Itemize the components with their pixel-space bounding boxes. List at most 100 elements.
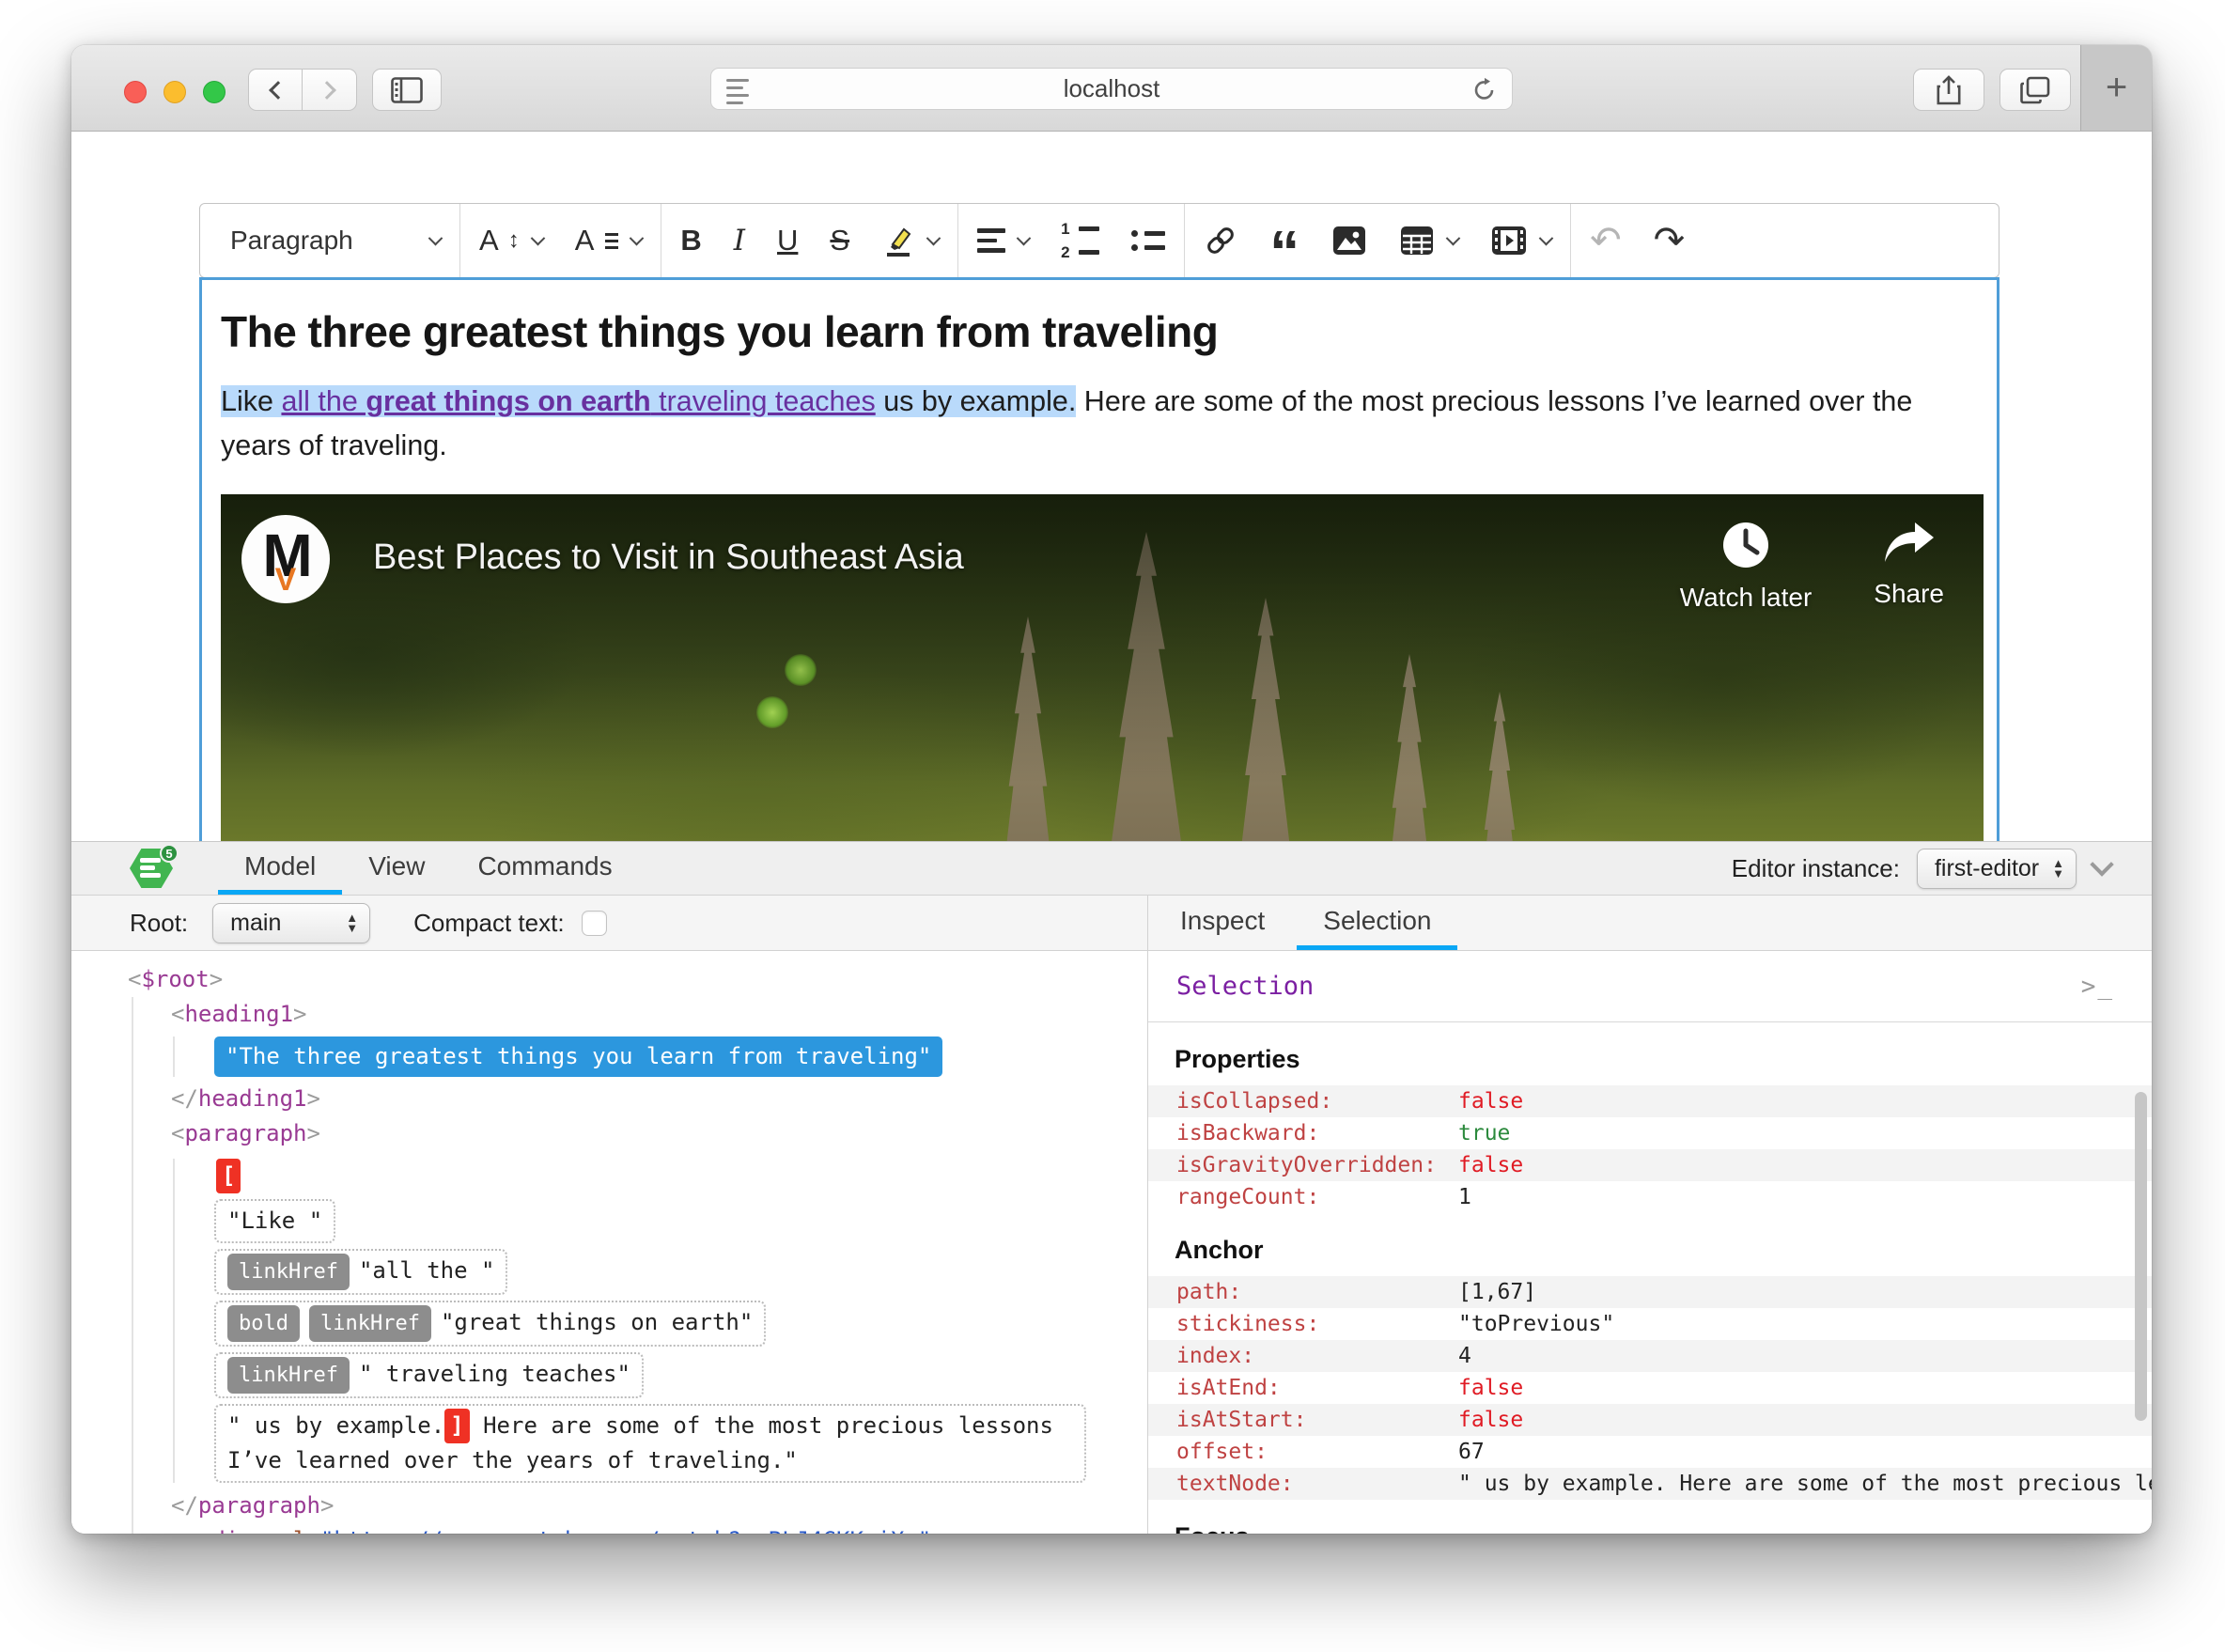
undo-button[interactable]: ↶ xyxy=(1577,212,1635,269)
section-title-properties: Properties xyxy=(1175,1045,1300,1073)
tab-view[interactable]: View xyxy=(342,842,451,895)
insert-table-dropdown[interactable] xyxy=(1386,212,1471,269)
chevron-down-icon xyxy=(530,230,545,245)
avatar-letter-v: V xyxy=(274,562,297,598)
compact-text-label: Compact text: xyxy=(413,908,565,937)
inspector-header: 5 Model View Commands Editor instance: f… xyxy=(71,842,2152,896)
tree-node-heading1-open[interactable]: <heading1> xyxy=(171,997,1147,1032)
property-row: isBackward: true xyxy=(1176,1121,1511,1145)
clock-icon xyxy=(1723,522,1768,568)
tree-text-node[interactable]: linkHref "all the " xyxy=(214,1249,508,1295)
section-title-anchor: Anchor xyxy=(1175,1236,1264,1264)
property-row: isCollapsed: false xyxy=(1148,1085,2152,1117)
compact-text-checkbox[interactable] xyxy=(581,910,607,936)
ckeditor-version-badge: 5 xyxy=(160,844,179,863)
new-tab-button[interactable]: + xyxy=(2080,45,2152,131)
tree-text-node[interactable]: linkHref " traveling teaches" xyxy=(214,1352,644,1398)
tab-selection[interactable]: Selection xyxy=(1297,896,1458,950)
zoom-window-button[interactable] xyxy=(203,81,226,103)
plus-icon: + xyxy=(2105,66,2128,108)
font-size-dropdown[interactable]: A ↕ xyxy=(466,212,556,269)
url-text: localhost xyxy=(1063,74,1160,102)
font-family-dropdown[interactable]: A xyxy=(562,212,656,269)
forward-button[interactable] xyxy=(303,69,357,111)
redo-button[interactable]: ↷ xyxy=(1641,212,1699,269)
selection-start-marker: [ xyxy=(216,1159,241,1193)
underline-button[interactable]: U xyxy=(764,212,811,269)
channel-avatar[interactable]: M V xyxy=(241,515,330,603)
detail-pane-scrollbar[interactable] xyxy=(2135,1092,2147,1421)
browser-titlebar: localhost + xyxy=(71,45,2152,132)
tab-model[interactable]: Model xyxy=(218,842,343,895)
paragraph-style-dropdown[interactable]: Paragraph xyxy=(217,212,454,269)
reader-view-icon[interactable] xyxy=(726,79,753,104)
minimize-window-button[interactable] xyxy=(163,81,186,103)
tab-commands[interactable]: Commands xyxy=(451,842,638,895)
refresh-button[interactable] xyxy=(1470,76,1499,104)
log-to-console-icon[interactable]: >_ xyxy=(2081,973,2114,1001)
font-size-icon: A xyxy=(479,224,499,257)
tab-overview-button[interactable] xyxy=(1999,69,2071,111)
watch-later-button[interactable]: Watch later xyxy=(1680,521,1812,613)
detail-pane-tabs: Inspect Selection xyxy=(1148,896,2152,950)
tree-node-heading1-close[interactable]: </heading1> xyxy=(171,1082,1147,1116)
sidebar-icon xyxy=(391,76,423,103)
share-video-button[interactable]: Share xyxy=(1874,521,1944,613)
attribute-badge-bold: bold xyxy=(227,1305,300,1342)
insert-media-dropdown[interactable] xyxy=(1477,212,1564,269)
address-bar[interactable]: localhost xyxy=(710,68,1513,110)
video-title[interactable]: Best Places to Visit in Southeast Asia xyxy=(373,538,964,578)
editor-instance-label: Editor instance: xyxy=(1731,853,1900,882)
bulleted-list-button[interactable] xyxy=(1118,212,1178,269)
tree-text-node[interactable]: " us by example.] Here are some of the m… xyxy=(214,1404,1086,1483)
link-button[interactable] xyxy=(1190,212,1251,269)
back-button[interactable] xyxy=(248,69,303,111)
italic-button[interactable]: I xyxy=(721,212,758,269)
numbered-list-icon: 1 2 xyxy=(1061,221,1100,260)
strikethrough-button[interactable]: S xyxy=(817,212,863,269)
chevron-down-icon xyxy=(926,230,941,245)
alignment-dropdown[interactable] xyxy=(964,212,1042,269)
model-tree: <$root> <heading1> "The three greatest t… xyxy=(71,951,1148,1534)
traffic-lights xyxy=(124,81,226,103)
tree-node-media-open[interactable]: <media url="https://www.youtube.com/watc… xyxy=(171,1523,1147,1534)
updown-arrow-icon: ↕ xyxy=(507,227,520,253)
media-icon xyxy=(1492,226,1527,255)
tree-text-node[interactable]: "Like " xyxy=(214,1199,336,1243)
insert-image-button[interactable] xyxy=(1318,212,1380,269)
property-row: rangeCount: 1 xyxy=(1176,1185,1471,1209)
highlight-dropdown[interactable] xyxy=(868,212,952,269)
collapse-inspector-chevron-icon[interactable] xyxy=(2090,852,2114,877)
numbered-list-button[interactable]: 1 2 xyxy=(1048,212,1112,269)
highlighter-icon xyxy=(887,227,911,257)
link-text[interactable]: all the xyxy=(281,385,366,417)
tab-inspect[interactable]: Inspect xyxy=(1154,896,1291,950)
link-text[interactable]: traveling teaches xyxy=(650,385,876,417)
tree-node-paragraph-close[interactable]: </paragraph> xyxy=(171,1488,1147,1523)
screenshot-stage: localhost + Paragraph A ↕ A B I U S 1 2 … xyxy=(0,0,2225,1652)
font-family-lines-icon xyxy=(605,232,619,249)
paragraph-style-label: Paragraph xyxy=(230,226,353,255)
root-label: Root: xyxy=(130,908,189,937)
tree-text-node-selected[interactable]: "The three greatest things you learn fro… xyxy=(214,1036,943,1077)
property-row: index: 4 xyxy=(1148,1340,2152,1372)
ckeditor-logo: 5 xyxy=(130,844,179,890)
document-paragraph: Like all the great things on earth trave… xyxy=(221,380,1978,468)
tree-node-root-open[interactable]: <$root> xyxy=(128,962,1147,997)
close-window-button[interactable] xyxy=(124,81,147,103)
share-button[interactable] xyxy=(1913,69,1984,111)
bold-button[interactable]: B xyxy=(667,212,714,269)
nav-buttons xyxy=(248,69,357,111)
editor-instance-select[interactable]: first-editor ▲ ▼ xyxy=(1916,848,2077,889)
property-row: textNode: " us by example. Here are some … xyxy=(1148,1468,2152,1500)
inspector-tabs: Model View Commands xyxy=(218,842,639,895)
link-bold-text[interactable]: great things on earth xyxy=(366,385,651,417)
chevron-down-icon xyxy=(428,230,443,245)
root-select[interactable]: main ▲ ▼ xyxy=(212,902,371,943)
editor-toolbar: Paragraph A ↕ A B I U S 1 2 “ ↶ ↷ xyxy=(199,203,1999,282)
sidebar-toggle-button[interactable] xyxy=(372,69,442,111)
tree-node-paragraph-open[interactable]: <paragraph> xyxy=(171,1116,1147,1151)
chevron-down-icon xyxy=(1016,230,1032,245)
block-quote-button[interactable]: “ xyxy=(1256,222,1313,282)
tree-text-node[interactable]: bold linkHref "great things on earth" xyxy=(214,1301,767,1347)
